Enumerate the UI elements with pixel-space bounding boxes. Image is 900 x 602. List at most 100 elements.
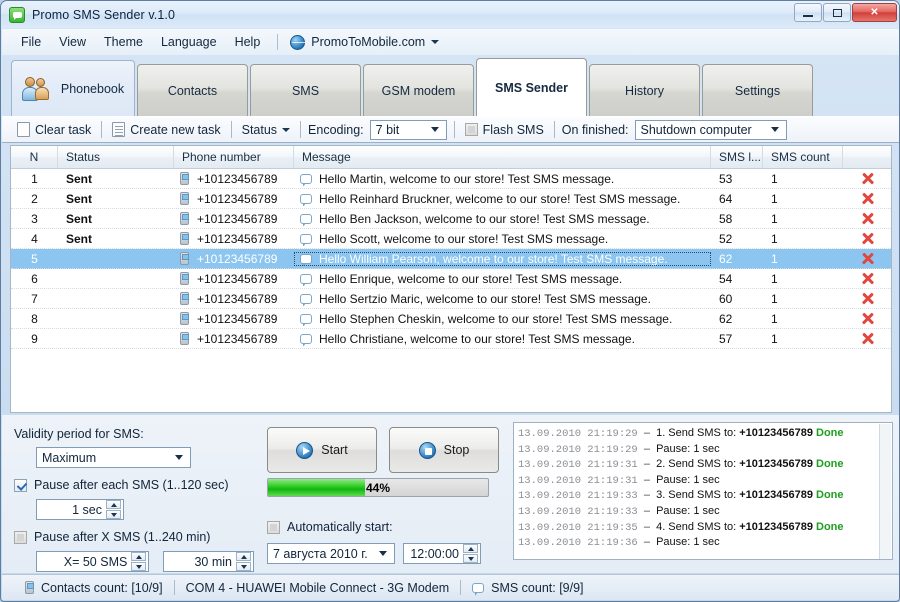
flash-sms-checkbox[interactable]: Flash SMS [458,121,551,139]
tab-phonebook[interactable]: Phonebook [11,60,135,116]
sms-task-table[interactable]: N Status Phone number Message SMS l... S… [10,145,892,413]
table-row[interactable]: 7 +10123456789 Hello Sertzio Maric, welcom… [11,289,891,309]
stop-label: Stop [443,443,470,457]
table-row[interactable]: 8 +10123456789 Hello Stephen Cheskin, welc… [11,309,891,329]
stepper-up-icon[interactable] [106,500,121,509]
table-row[interactable]: 3 Sent +10123456789 Hello Ben Jackson, welc… [11,209,891,229]
maximize-icon[interactable] [823,3,851,22]
validity-period-select[interactable]: Maximum [36,447,191,468]
contacts-count-label: Contacts count: [10/9] [41,580,163,595]
stepper-buttons[interactable] [236,552,251,571]
column-header-message[interactable]: Message [294,146,711,168]
cell-n: 8 [31,311,38,326]
stepper-buttons[interactable] [131,552,147,571]
cell-message: Hello Ben Jackson, welcome to our store!… [294,212,711,226]
table-row[interactable]: 1 Sent +10123456789 Hello Martin, welcome t… [11,169,891,189]
cell-n: 1 [31,171,38,186]
close-icon[interactable]: ✕ [852,3,897,22]
log-scrollbar[interactable] [879,424,891,559]
stop-button[interactable]: Stop [389,427,499,473]
message-bubble-icon [300,233,312,246]
stepper-buttons[interactable] [106,500,121,519]
tab-settings[interactable]: Settings [702,64,813,116]
column-header-phone[interactable]: Phone number [174,146,294,168]
delete-row-button[interactable] [843,292,891,305]
tab-sms-sender[interactable]: SMS Sender [476,58,587,116]
pause-each-sms-checkbox[interactable]: Pause after each SMS (1..120 sec) [14,478,254,492]
encoding-value: 7 bit [375,122,400,137]
auto-start-date-picker[interactable]: 7 августа 2010 г. [267,543,395,564]
delete-row-button[interactable] [843,232,891,245]
auto-start-time-stepper[interactable]: 12:00:00 [403,543,481,564]
menu-item-file[interactable]: File [12,32,50,52]
delete-row-button[interactable] [843,332,891,345]
delete-row-button[interactable] [843,272,891,285]
menu-item-language[interactable]: Language [152,32,226,52]
stepper-down-icon[interactable] [236,562,251,571]
column-header-n[interactable]: N [11,146,58,168]
pause-after-x-sms-checkbox[interactable]: Pause after X SMS (1..240 min) [14,530,254,544]
column-header-status[interactable]: Status [58,146,174,168]
activity-log[interactable]: 13.09.2010 21:19:29 – 1. Send SMS to: +1… [513,422,893,560]
delete-row-button[interactable] [843,312,891,325]
cell-n: 5 [31,251,38,266]
table-row[interactable]: 6 +10123456789 Hello Enrique, welcome to o… [11,269,891,289]
minimize-icon[interactable] [794,3,822,22]
column-header-actions[interactable] [843,146,891,168]
log-lines: 13.09.2010 21:19:29 – 1. Send SMS to: +1… [518,426,888,551]
status-sms-count: SMS count: [9/9] [461,581,594,596]
status-dropdown-button[interactable]: Status [235,121,297,139]
modem-label: COM 4 - HUAWEI Mobile Connect - 3G Modem [185,580,450,595]
column-header-sms-length[interactable]: SMS l... [711,146,763,168]
encoding-select[interactable]: 7 bit [369,119,447,140]
create-new-task-button[interactable]: Create new task [105,120,227,139]
clear-task-button[interactable]: Clear task [10,120,98,139]
menu-item-view[interactable]: View [50,32,95,52]
cell-message: Hello Reinhard Bruckner, welcome to our … [294,192,711,206]
stepper-down-icon[interactable] [131,562,147,571]
close-icon [861,292,874,305]
tab-history[interactable]: History [589,64,700,116]
cell-message: Hello William Pearson, welcome to our st… [294,251,711,266]
tab-contacts[interactable]: Contacts [137,64,248,116]
brand-link[interactable]: PromoToMobile.com [286,33,443,52]
on-finished-label: On finished: [561,122,629,137]
cell-n: 4 [31,231,38,246]
stepper-down-icon[interactable] [106,510,121,519]
globe-icon [290,34,306,50]
pause-x-count-stepper[interactable]: X= 50 SMS [36,551,150,572]
close-icon [861,192,874,205]
on-finished-select[interactable]: Shutdown computer [634,119,787,140]
tab-label: Phonebook [60,81,125,96]
delete-row-button[interactable] [843,252,891,265]
stepper-up-icon[interactable] [236,552,251,561]
phone-icon [180,172,189,185]
table-row[interactable]: 4 Sent +10123456789 Hello Scott, welcome to… [11,229,891,249]
table-row[interactable]: 2 Sent +10123456789 Hello Reinhard Bruckner… [11,189,891,209]
tab-gsm-modem[interactable]: GSM modem [363,64,474,116]
menu-divider [277,34,279,50]
cell-phone: +10123456789 [174,332,294,346]
column-header-sms-count[interactable]: SMS count [763,146,843,168]
delete-row-button[interactable] [843,192,891,205]
stepper-up-icon[interactable] [463,544,478,553]
pause-each-seconds-stepper[interactable]: 1 sec [36,499,124,520]
application-window: Promo SMS Sender v.1.0 ✕ File View Theme… [0,0,900,602]
close-icon [861,312,874,325]
chevron-down-icon [175,455,183,460]
automatically-start-checkbox[interactable]: Automatically start: [267,520,481,534]
tab-sms[interactable]: SMS [250,64,361,116]
send-progress-bar: 44% [267,478,489,497]
chevron-down-icon [282,127,291,132]
pause-x-minutes-stepper[interactable]: 30 min [163,551,254,572]
table-row[interactable]: 5 +10123456789 Hello William Pearson, welc… [11,249,891,269]
menu-item-theme[interactable]: Theme [95,32,152,52]
delete-row-button[interactable] [843,212,891,225]
menu-item-help[interactable]: Help [226,32,270,52]
table-row[interactable]: 9 +10123456789 Hello Christiane, welcome t… [11,329,891,349]
delete-row-button[interactable] [843,172,891,185]
stepper-buttons[interactable] [463,544,478,563]
stepper-up-icon[interactable] [131,552,147,561]
stepper-down-icon[interactable] [463,554,478,563]
start-button[interactable]: Start [267,427,377,473]
